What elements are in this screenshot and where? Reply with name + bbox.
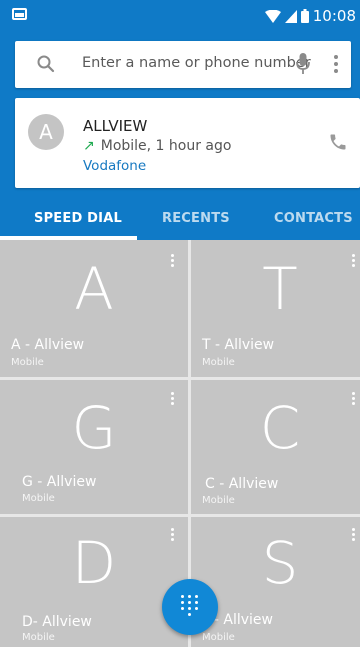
tile-contact-type: Mobile bbox=[202, 632, 235, 643]
status-bar: 10:08 bbox=[0, 0, 360, 35]
tile-contact-name: G - Allview bbox=[22, 474, 97, 490]
more-vert-icon[interactable] bbox=[352, 392, 356, 407]
dialpad-button[interactable] bbox=[162, 579, 218, 635]
tile-contact-name: A - Allview bbox=[11, 337, 85, 353]
tile-contact-name: T - Allview bbox=[202, 337, 275, 353]
speed-dial-tile[interactable]: T T - Allview Mobile bbox=[191, 240, 360, 377]
more-vert-icon[interactable] bbox=[171, 392, 175, 407]
tile-letter: D bbox=[71, 529, 117, 597]
more-vert-icon[interactable] bbox=[171, 254, 175, 269]
search-box[interactable]: Enter a name or phone number bbox=[15, 41, 351, 88]
recent-call-card[interactable]: A ALLVIEW ↗ Mobile, 1 hour ago Vodafone bbox=[15, 98, 360, 188]
tile-contact-name: C - Allview bbox=[205, 476, 279, 492]
tile-contact-type: Mobile bbox=[202, 495, 235, 506]
tile-contact-type: Mobile bbox=[22, 632, 55, 643]
recent-call-detail-text: Mobile, 1 hour ago bbox=[100, 138, 232, 154]
tab-speed-dial[interactable]: SPEED DIAL bbox=[34, 211, 122, 226]
tile-contact-type: Mobile bbox=[11, 357, 44, 368]
clock: 10:08 bbox=[312, 7, 356, 25]
search-input[interactable]: Enter a name or phone number bbox=[82, 55, 311, 71]
speed-dial-tile[interactable]: C C - Allview Mobile bbox=[191, 380, 360, 514]
speed-dial-tile[interactable]: G G - Allview Mobile bbox=[0, 380, 188, 514]
tab-recents[interactable]: RECENTS bbox=[162, 211, 230, 226]
search-icon[interactable] bbox=[36, 54, 56, 74]
recent-call-name: ALLVIEW bbox=[83, 117, 148, 135]
tile-contact-name: D- Allview bbox=[22, 614, 92, 630]
signal-icon bbox=[284, 9, 297, 23]
recent-call-carrier: Vodafone bbox=[83, 158, 147, 174]
dialpad-icon bbox=[180, 595, 200, 619]
more-vert-icon[interactable] bbox=[333, 53, 339, 75]
tab-bar: SPEED DIAL RECENTS CONTACTS bbox=[0, 199, 360, 240]
speed-dial-tile[interactable]: S S- Allview Mobile bbox=[191, 517, 360, 647]
avatar: A bbox=[28, 114, 64, 150]
tile-letter: T bbox=[262, 255, 298, 323]
tab-contacts[interactable]: CONTACTS bbox=[274, 211, 353, 226]
outgoing-call-arrow-icon: ↗ bbox=[83, 138, 95, 154]
tile-contact-type: Mobile bbox=[22, 493, 55, 504]
speed-dial-tile[interactable]: D D- Allview Mobile bbox=[0, 517, 188, 647]
microphone-icon[interactable] bbox=[296, 53, 310, 75]
tile-letter: C bbox=[259, 394, 301, 462]
call-icon[interactable] bbox=[328, 132, 348, 152]
screenshot-notification-icon bbox=[12, 8, 27, 20]
tile-contact-type: Mobile bbox=[202, 357, 235, 368]
speed-dial-tile[interactable]: A A - Allview Mobile bbox=[0, 240, 188, 377]
status-icons: 10:08 bbox=[264, 7, 356, 25]
recent-call-detail: ↗ Mobile, 1 hour ago bbox=[83, 138, 231, 154]
more-vert-icon[interactable] bbox=[171, 528, 175, 543]
battery-icon bbox=[300, 9, 309, 23]
tile-letter: S bbox=[261, 529, 299, 597]
more-vert-icon[interactable] bbox=[352, 528, 356, 543]
tile-letter: G bbox=[71, 394, 117, 462]
more-vert-icon[interactable] bbox=[352, 254, 356, 269]
tile-letter: A bbox=[74, 255, 114, 323]
wifi-icon bbox=[264, 9, 281, 23]
